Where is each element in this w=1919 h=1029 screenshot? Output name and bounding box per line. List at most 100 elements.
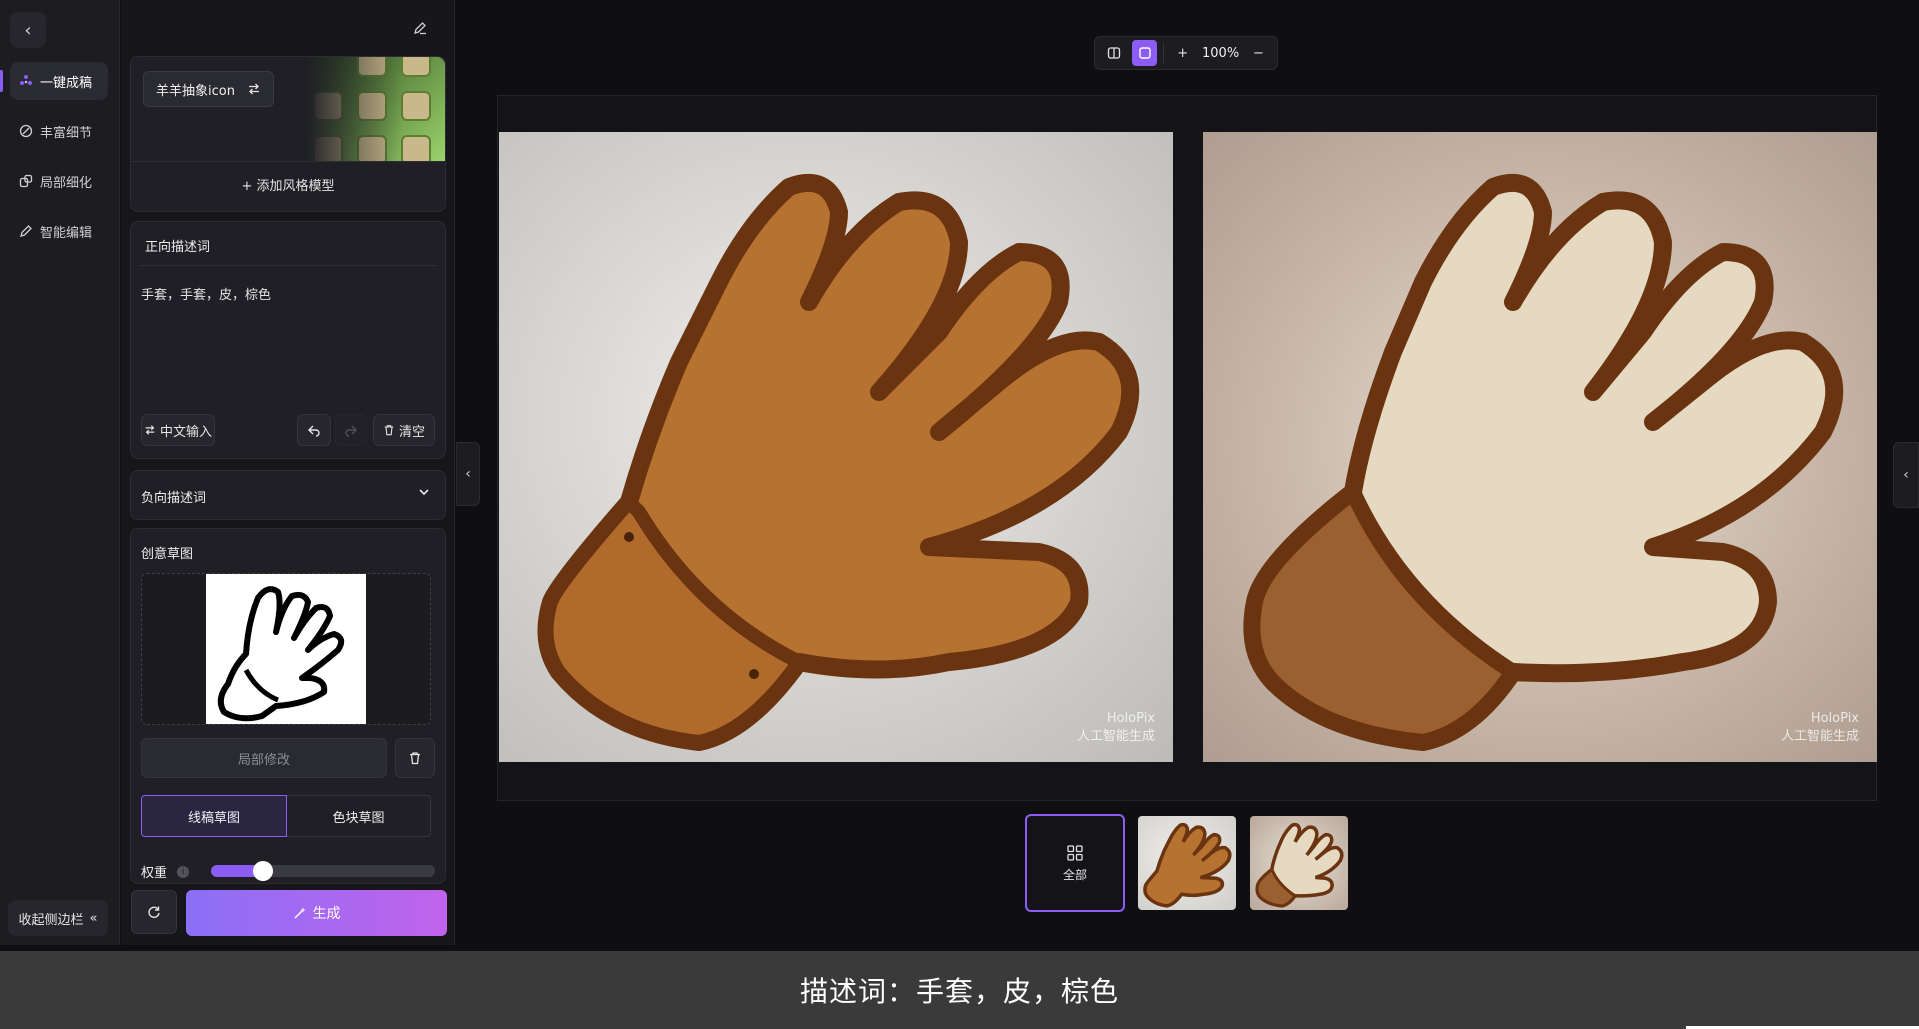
pencil-icon [18,223,34,239]
undo-icon [308,425,320,437]
collapse-sidebar-button[interactable]: 收起侧边栏 « [8,900,108,936]
style-model-thumbnail[interactable] [305,57,445,161]
control-panel: 羊羊抽象icon + 添加风格模型 正向描述词 手套，手套，皮，棕色 中文输入 … [121,0,455,945]
single-view-button[interactable] [1132,40,1158,66]
weight-slider-handle[interactable] [252,861,273,881]
double-chevron-left-icon: « [89,910,98,926]
weight-label: 权重 [141,866,168,881]
watermark-caption: 人工智能生成 [1780,729,1859,744]
style-model-card: 羊羊抽象icon + 添加风格模型 [130,56,446,212]
undo-button[interactable] [297,414,331,446]
plus-icon: + [241,179,257,194]
chevron-left-icon: ‹ [24,19,32,41]
add-style-model-button[interactable]: + 添加风格模型 [131,175,445,194]
redo-icon [345,425,357,437]
info-icon[interactable]: i [177,865,190,878]
square-view-icon [1138,47,1151,59]
expand-right-panel-button[interactable]: ‹ [1893,442,1919,508]
brown-glove-thumbnail [1143,822,1232,908]
nav-item-label: 局部细化 [40,175,93,191]
positive-prompt-header: 正向描述词 [145,240,211,255]
divider [139,265,437,266]
positive-prompt-card: 正向描述词 手套，手套，皮，棕色 中文输入 清空 [130,221,446,459]
trash-icon [384,425,394,436]
nav-item-local-refine[interactable]: 局部细化 [10,162,108,200]
nav-item-one-click[interactable]: 一键成稿 [10,62,108,100]
result-image-cream-glove[interactable]: HoloPix 人工智能生成 [1203,132,1877,762]
nav-item-label: 智能编辑 [40,225,93,241]
chinese-input-label: 中文输入 [159,424,212,440]
edit-button[interactable] [408,16,432,40]
caption-bar: 描述词：手套，皮，棕色 [0,951,1919,1029]
negative-prompt-label: 负向描述词 [141,491,207,506]
result-image-brown-glove[interactable]: HoloPix 人工智能生成 [499,132,1173,762]
grid-icon [1067,844,1083,861]
weight-slider[interactable] [211,861,435,881]
sketch-preview [206,574,366,724]
toolbar-divider [1163,43,1165,63]
back-button[interactable]: ‹ [10,12,46,48]
brown-glove-illustration [537,174,1140,751]
style-model-tag[interactable]: 羊羊抽象icon [143,71,274,107]
swap-icon[interactable] [247,82,261,96]
pencil-icon [414,22,426,35]
zoom-out-button[interactable]: − [1246,40,1271,66]
generate-button[interactable]: 生成 [186,890,447,936]
nav-item-label: 丰富细节 [40,125,93,141]
caption-text: 描述词：手套，皮，棕色 [799,975,1119,1008]
local-edit-button[interactable]: 局部修改 [141,738,387,778]
nav-item-detail[interactable]: 丰富细节 [10,112,108,150]
delete-sketch-button[interactable] [395,738,435,778]
weight-label-group: 权重 i [141,862,190,881]
zoom-in-button[interactable]: + [1170,40,1195,66]
collapse-panel-button[interactable]: ‹ [456,442,480,506]
cream-glove-thumbnail [1255,822,1344,908]
creative-sketch-label: 创意草图 [141,547,194,562]
sparkle-dots-icon [18,73,34,89]
cream-glove-illustration [1243,174,1844,751]
thumbnail-brown-glove[interactable] [1138,816,1236,910]
add-style-model-label: 添加风格模型 [256,179,335,194]
thumbnail-fade [305,57,445,161]
style-model-name: 羊羊抽象icon [156,83,235,99]
color-block-sketch-tab[interactable]: 色块草图 [287,795,431,837]
compare-view-button[interactable] [1101,40,1126,66]
watermark-brand: HoloPix [1810,711,1859,726]
chevron-left-icon: ‹ [1903,467,1909,483]
split-view-icon [1107,47,1120,59]
minus-icon: − [1253,45,1264,61]
magic-wand-icon [293,907,306,919]
chevron-down-icon [417,485,431,503]
thumbnail-all[interactable]: 全部 [1025,814,1125,912]
plus-icon: + [1177,45,1189,61]
nav-item-smart-edit[interactable]: 智能编辑 [10,212,108,250]
watermark: HoloPix 人工智能生成 [1077,710,1155,746]
watermark-brand: HoloPix [1106,711,1155,726]
collapse-sidebar-label: 收起侧边栏 [18,912,84,928]
nav-item-label: 一键成稿 [40,75,93,91]
divider [131,161,445,162]
trash-icon [410,752,420,765]
nav-rail: ‹ 一键成稿 丰富细节 局部细化 智能编辑 收起侧边栏 « [0,0,120,945]
clear-label: 清空 [398,424,425,440]
chinese-input-button[interactable]: 中文输入 [141,414,215,446]
detail-brush-icon [18,123,34,139]
chevron-left-icon: ‹ [465,466,471,482]
watermark-caption: 人工智能生成 [1076,729,1155,744]
swap-icon [145,425,155,435]
result-canvas: HoloPix 人工智能生成 HoloPix 人工智能生成 [497,95,1877,801]
positive-prompt-input[interactable]: 手套，手套，皮，棕色 [141,284,271,303]
refresh-icon [148,906,160,918]
thumbnail-all-label: 全部 [1062,867,1087,882]
canvas-toolbar: + 100% − [1094,36,1278,70]
region-refine-icon [18,173,34,189]
thumbnail-cream-glove[interactable] [1250,816,1348,910]
generate-label: 生成 [312,906,341,922]
redo-button[interactable] [335,414,367,446]
sketch-upload-area[interactable] [141,573,431,725]
negative-prompt-toggle[interactable]: 负向描述词 [130,470,446,520]
zoom-level: 100% [1202,45,1240,61]
refresh-button[interactable] [131,890,177,934]
clear-button[interactable]: 清空 [373,414,435,446]
line-sketch-tab[interactable]: 线稿草图 [141,795,287,837]
